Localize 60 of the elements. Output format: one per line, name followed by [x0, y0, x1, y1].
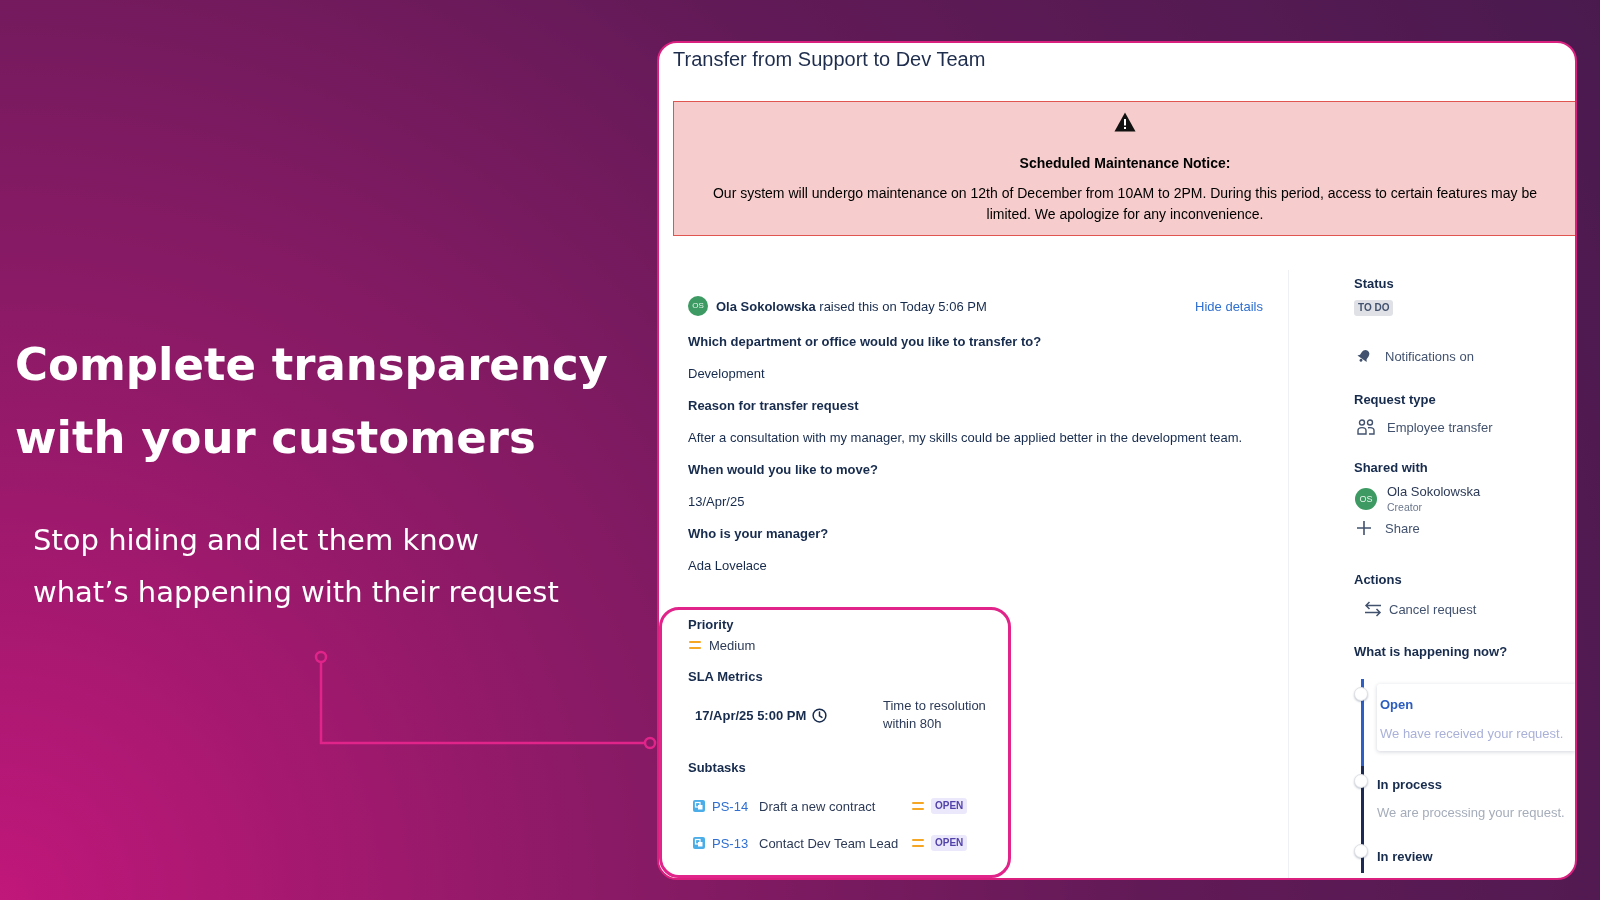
request-title: Transfer from Support to Dev Team — [673, 47, 986, 71]
sla-goal: Time to resolution within 80h — [883, 697, 987, 733]
step-description: We have received your request. — [1380, 725, 1565, 743]
field-answer: Development — [688, 365, 765, 383]
circle-icon — [1354, 844, 1368, 858]
priority-value: Medium — [709, 637, 756, 653]
two-bars-icon — [912, 839, 924, 847]
sidebar-label: Shared with — [1354, 459, 1428, 477]
clock-icon — [812, 707, 828, 723]
field-answer: 13/Apr/25 — [688, 493, 745, 511]
sidebar-label: Actions — [1354, 571, 1402, 589]
notice-heading: Scheduled Maintenance Notice: — [1019, 154, 1231, 173]
section-label: Priority — [688, 616, 735, 634]
field-answer: Ada Lovelace — [688, 557, 767, 575]
bell-icon — [1356, 348, 1372, 364]
people-icon — [1357, 419, 1375, 435]
step-description: We are processing your request. — [1377, 804, 1566, 822]
field-question: Which department or office would you like to transfer to? — [688, 333, 1042, 351]
status-lozenge: TO DO — [1354, 300, 1394, 316]
field-answer: After a consultation with my manager, my skills could be applied better in the development team. — [688, 429, 1243, 447]
share-button[interactable]: Share — [1354, 516, 1420, 540]
notice-text: Our system will undergo maintenance on 12th of December from 10AM to 2PM. During this period, access to certain features may be limited. We apologize for any inconvenience. — [711, 184, 1539, 224]
sidebar-label: Status — [1354, 275, 1394, 293]
person-role: Creator — [1387, 500, 1423, 514]
hero-subheading: Stop hiding and let them know what’s happening with their request — [33, 522, 560, 611]
person-name: Ola Sokolowska — [1387, 484, 1481, 500]
plus-icon — [1356, 520, 1372, 536]
two-bars-icon — [689, 641, 701, 649]
request-type-value: Employee transfer — [1387, 419, 1493, 435]
sidebar-label: What is happening now? — [1354, 643, 1508, 661]
notifications-button[interactable]: Notifications on — [1354, 344, 1474, 368]
cancel-request-button[interactable]: Cancel request — [1354, 597, 1477, 621]
field-question: Reason for transfer request — [688, 397, 859, 415]
status-lozenge: OPEN — [931, 835, 968, 851]
hide-details-link[interactable]: Hide details — [1195, 298, 1263, 314]
subtask-icon — [693, 837, 705, 849]
swap-arrows-icon — [1364, 601, 1382, 617]
step-title: Open — [1380, 696, 1415, 714]
warning-icon — [1114, 112, 1136, 132]
subtask-summary: Draft a new contract — [759, 798, 877, 814]
step-title: In review — [1377, 848, 1434, 866]
section-label: SLA Metrics — [688, 668, 764, 686]
avatar: OS — [1355, 488, 1377, 510]
subtask-link[interactable]: PS-14 — [712, 798, 752, 814]
circle-icon — [1354, 774, 1368, 788]
sla-due-date: 17/Apr/25 5:00 PM — [695, 707, 807, 723]
section-label: Subtasks — [688, 759, 747, 777]
circle-icon — [1354, 687, 1368, 701]
subtask-icon — [693, 800, 705, 812]
subtask-summary: Contact Dev Team Lead — [759, 835, 900, 851]
sidebar-label: Request type — [1354, 391, 1436, 409]
subtask-link[interactable]: PS-13 — [712, 835, 752, 851]
status-lozenge: OPEN — [931, 798, 968, 814]
two-bars-icon — [912, 802, 924, 810]
field-question: Who is your manager? — [688, 525, 829, 543]
reporter-text: Ola Sokolowska raised this on Today 5:06 PM — [716, 298, 987, 314]
avatar: OS — [688, 296, 708, 316]
step-title: In process — [1377, 776, 1444, 794]
field-question: When would you like to move? — [688, 461, 878, 479]
hero-heading: Complete transparency with your customers — [15, 337, 609, 466]
